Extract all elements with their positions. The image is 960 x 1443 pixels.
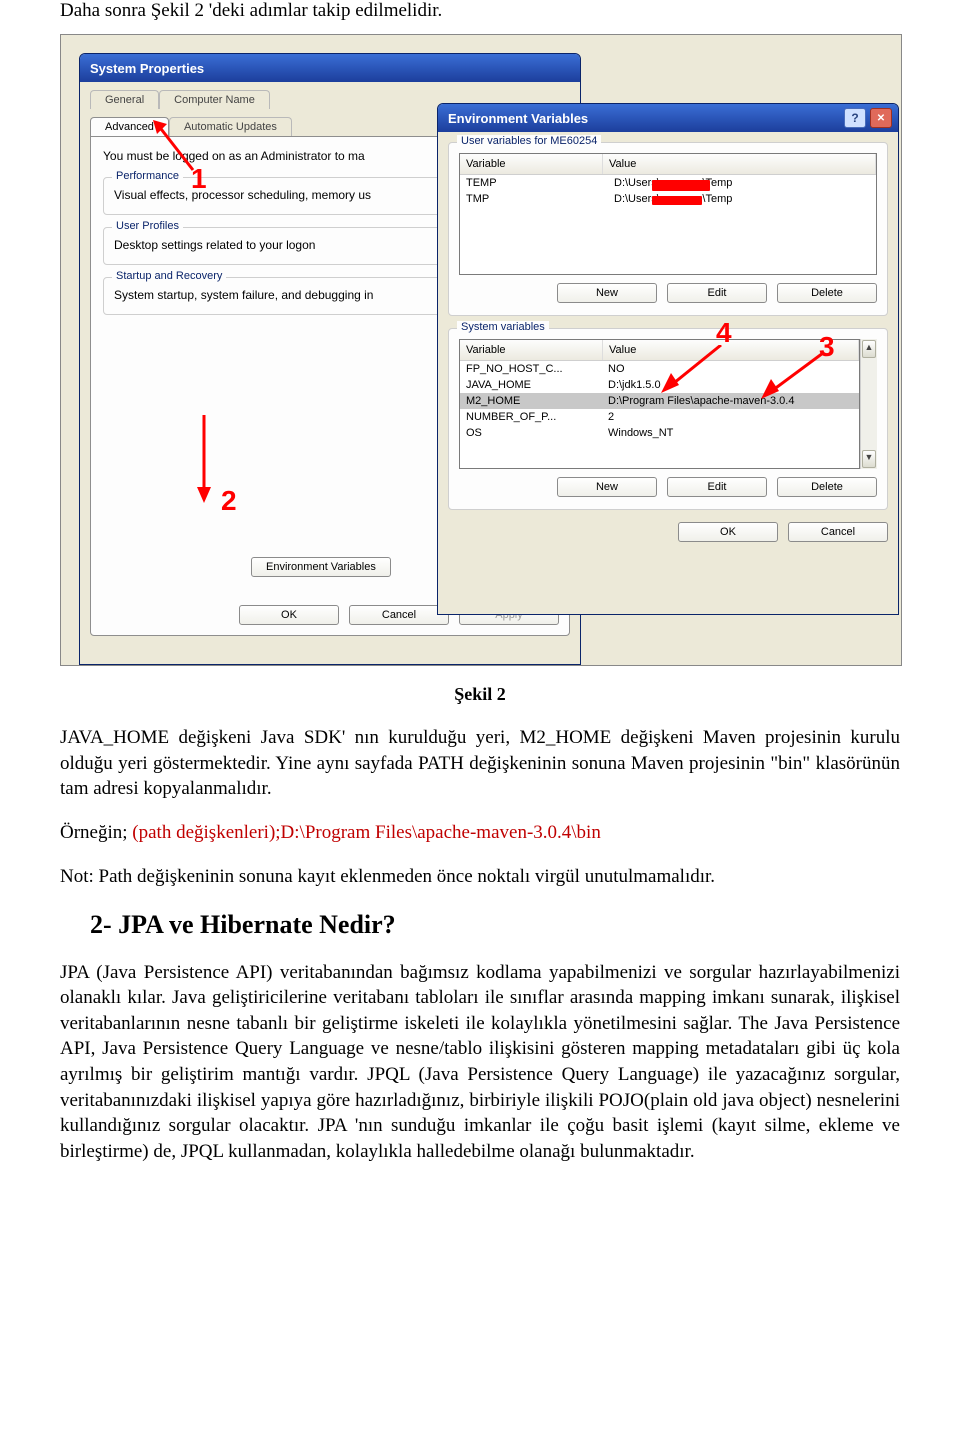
user-col-value: Value: [603, 154, 876, 174]
close-icon[interactable]: ✕: [870, 108, 892, 128]
arrow-4: [661, 345, 731, 395]
screenshot-composite: System Properties General Computer Name …: [60, 34, 902, 666]
paragraph-java-home: JAVA_HOME değişkeni Java SDK' nın kuruld…: [60, 725, 900, 802]
marker-1: 1: [191, 163, 207, 195]
user-edit-button[interactable]: Edit: [667, 283, 767, 303]
tab-computer-name[interactable]: Computer Name: [159, 90, 270, 109]
tab-general[interactable]: General: [90, 90, 159, 109]
user-profiles-legend: User Profiles: [112, 220, 183, 232]
sys-new-button[interactable]: New: [557, 477, 657, 497]
user-vars-group: User variables for ME60254 Variable Valu…: [448, 142, 888, 316]
scroll-up-icon[interactable]: ▲: [862, 340, 876, 358]
scroll-down-icon[interactable]: ▼: [862, 450, 876, 468]
user-new-button[interactable]: New: [557, 283, 657, 303]
sysprops-title: System Properties: [90, 61, 204, 76]
sysprops-ok-button[interactable]: OK: [239, 605, 339, 625]
envvars-cancel-button[interactable]: Cancel: [788, 522, 888, 542]
startup-legend: Startup and Recovery: [112, 270, 226, 282]
sys-edit-button[interactable]: Edit: [667, 477, 767, 497]
envvars-titlebar: Environment Variables ? ✕: [438, 104, 898, 132]
environment-variables-button[interactable]: Environment Variables: [251, 557, 391, 577]
sysprops-cancel-button[interactable]: Cancel: [349, 605, 449, 625]
paragraph-note: Not: Path değişkeninin sonuna kayıt ekle…: [60, 864, 900, 890]
user-vars-legend: User variables for ME60254: [457, 135, 601, 147]
paragraph-jpa: JPA (Java Persistence API) veritabanında…: [60, 960, 900, 1165]
arrow-3: [761, 353, 831, 403]
envvars-ok-button[interactable]: OK: [678, 522, 778, 542]
path-example: Örneğin; (path değişkenleri);D:\Program …: [60, 822, 900, 844]
arrow-2: [189, 415, 219, 505]
sys-col-variable: Variable: [460, 340, 603, 360]
user-vars-list[interactable]: Variable Value TEMP D:\Users\ \Temp TMP …: [459, 153, 877, 275]
marker-2: 2: [221, 485, 237, 517]
user-col-variable: Variable: [460, 154, 603, 174]
sysprops-titlebar: System Properties: [80, 54, 580, 82]
figure-caption: Şekil 2: [60, 684, 900, 705]
user-delete-button[interactable]: Delete: [777, 283, 877, 303]
section-heading: 2- JPA ve Hibernate Nedir?: [90, 910, 900, 940]
envvars-title: Environment Variables: [448, 111, 588, 126]
sys-vars-legend: System variables: [457, 321, 549, 333]
sys-vars-scrollbar[interactable]: ▲ ▼: [860, 339, 877, 469]
help-icon[interactable]: ?: [844, 108, 866, 128]
intro-text: Daha sonra Şekil 2 'deki adımlar takip e…: [60, 0, 900, 22]
sys-delete-button[interactable]: Delete: [777, 477, 877, 497]
list-item[interactable]: NUMBER_OF_P...2: [460, 409, 859, 425]
list-item[interactable]: OSWindows_NT: [460, 425, 859, 441]
